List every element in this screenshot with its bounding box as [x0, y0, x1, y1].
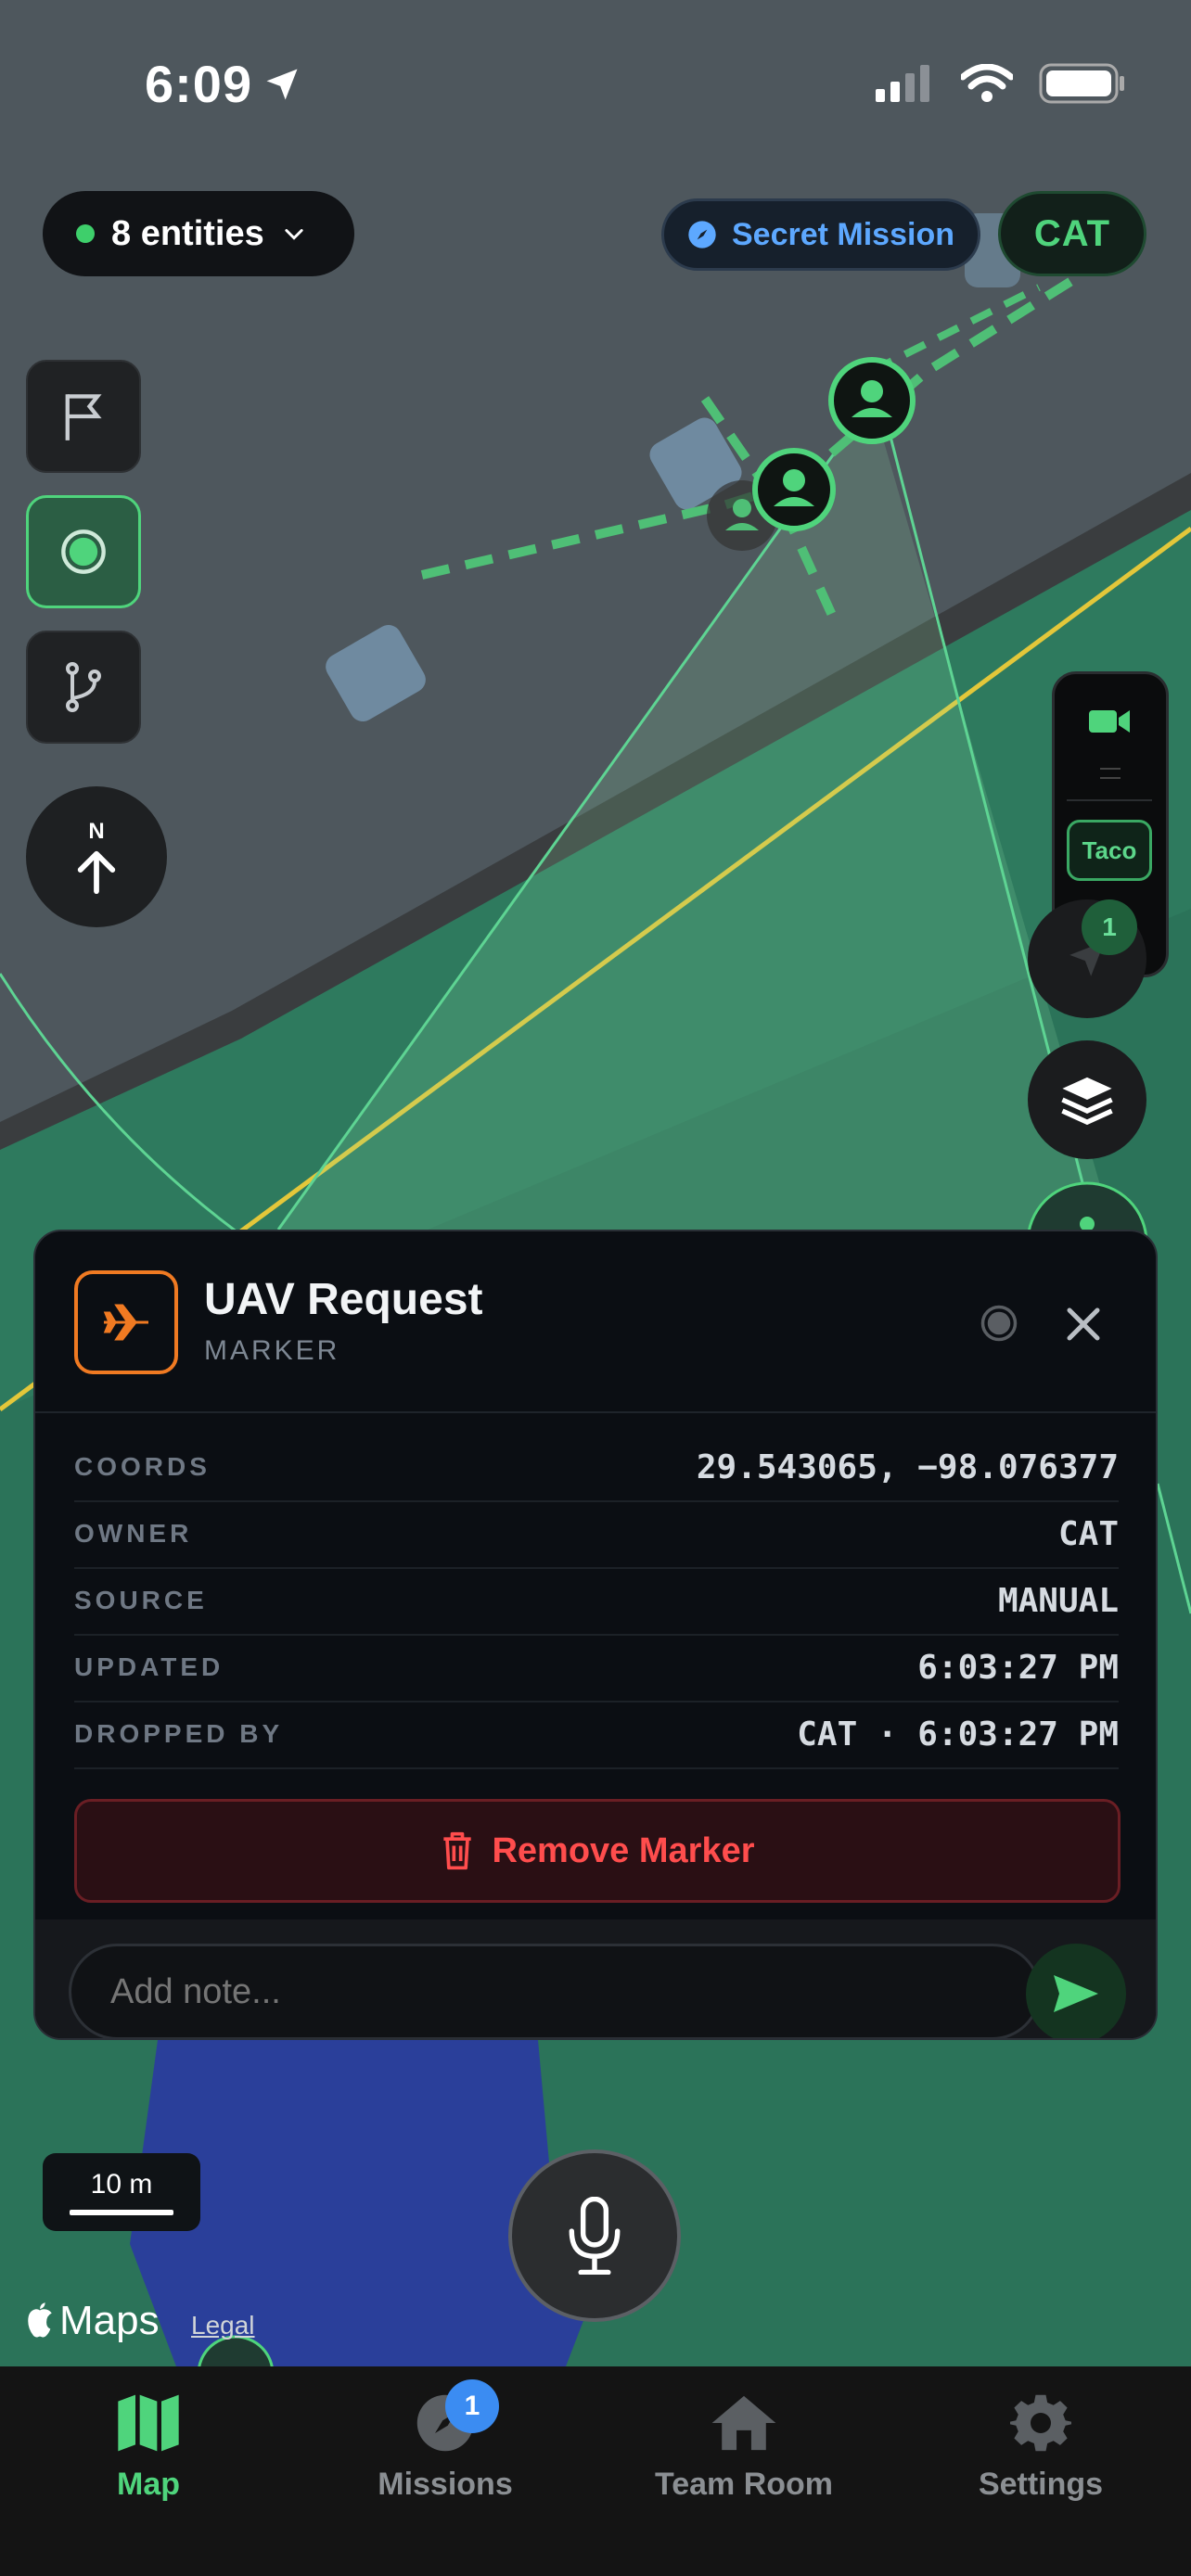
status-icons [876, 63, 1126, 104]
compass-north-label: N [88, 819, 105, 844]
branch-icon [66, 662, 101, 712]
marker-subtitle: MARKER [204, 1335, 340, 1366]
location-arrow-icon [266, 69, 298, 99]
unread-badge: 1 [1082, 899, 1137, 955]
drag-handle[interactable] [1100, 768, 1121, 779]
info-key: DROPPED BY [74, 1719, 284, 1748]
record-icon[interactable] [980, 1304, 1018, 1343]
info-value: 6:03:27 PM [917, 1648, 1119, 1687]
send-note-button[interactable] [1026, 1944, 1126, 2038]
mission-selector[interactable]: Secret Mission [661, 198, 980, 271]
user-callsign: CAT [1033, 212, 1111, 254]
info-key: COORDS [74, 1452, 211, 1481]
taco-label: Taco [1082, 835, 1137, 864]
info-row: DROPPED BY CAT · 6:03:27 PM [74, 1701, 1119, 1769]
microphone-icon [569, 2197, 621, 2275]
marker-detail-card: UAV Request MARKER COORDS 29.543065, −98… [33, 1230, 1158, 2040]
apple-logo-icon [28, 2302, 52, 2338]
route-tool-button[interactable] [26, 631, 141, 744]
gear-icon [1010, 2394, 1071, 2452]
remove-marker-button[interactable]: Remove Marker [74, 1799, 1121, 1903]
tab-map[interactable]: Map [28, 2392, 269, 2503]
map-icon [118, 2394, 179, 2452]
scale-label: 10 m [90, 2169, 153, 2200]
info-value: MANUAL [997, 1581, 1119, 1620]
signal-icon [876, 65, 929, 102]
tab-team-room[interactable]: Team Room [623, 2392, 864, 2503]
chevron-down-icon [285, 229, 303, 240]
tab-missions-label: Missions [378, 2467, 513, 2502]
panel-divider [1067, 799, 1152, 801]
map-scale: 10 m [43, 2153, 200, 2231]
tab-team-room-label: Team Room [654, 2467, 834, 2502]
house-icon [711, 2395, 776, 2451]
info-row: COORDS 29.543065, −98.076377 [74, 1434, 1119, 1502]
card-divider [35, 1411, 1156, 1413]
airplane-icon [103, 1304, 148, 1341]
layers-button[interactable] [1028, 1040, 1146, 1159]
info-value: CAT [1057, 1514, 1119, 1553]
scale-bar [70, 2210, 173, 2215]
voice-button[interactable] [508, 2149, 681, 2322]
video-camera-icon[interactable] [1087, 707, 1132, 736]
taco-button[interactable]: Taco [1067, 820, 1152, 881]
layers-icon [1061, 1077, 1113, 1125]
info-row: OWNER CAT [74, 1500, 1119, 1569]
info-key: UPDATED [74, 1652, 224, 1681]
entities-label: 8 entities [111, 213, 264, 253]
online-dot [76, 224, 95, 243]
send-icon [1054, 1975, 1098, 2012]
missions-badge: 1 [445, 2379, 499, 2433]
record-dot-icon [61, 529, 106, 574]
flag-tool-button[interactable] [26, 360, 141, 473]
info-key: OWNER [74, 1519, 193, 1548]
badge-count: 1 [1102, 912, 1117, 941]
flag-icon [65, 394, 102, 440]
wifi-icon [961, 64, 1013, 102]
tab-map-label: Map [117, 2467, 180, 2502]
marker-title: UAV Request [204, 1275, 483, 1324]
marker-tool-button[interactable] [26, 495, 141, 608]
compass-button[interactable]: N [26, 786, 167, 927]
status-time: 6:09 [145, 54, 302, 114]
user-callsign-button[interactable]: CAT [998, 191, 1146, 276]
info-value: 29.543065, −98.076377 [696, 1447, 1119, 1486]
info-value: CAT · 6:03:27 PM [797, 1715, 1119, 1753]
missions-badge-count: 1 [464, 2391, 480, 2421]
remove-marker-label: Remove Marker [492, 1830, 755, 1870]
entities-dropdown[interactable]: 8 entities [43, 191, 354, 276]
info-row: UPDATED 6:03:27 PM [74, 1634, 1119, 1702]
compass-icon [688, 221, 716, 249]
north-arrow-icon [77, 850, 116, 895]
maps-label: Maps [59, 2298, 160, 2343]
time-text: 6:09 [145, 55, 253, 113]
battery-icon [1039, 63, 1124, 104]
info-row: SOURCE MANUAL [74, 1567, 1119, 1636]
tab-settings[interactable]: Settings [920, 2392, 1161, 2503]
mission-label: Secret Mission [732, 216, 954, 252]
info-key: SOURCE [74, 1586, 208, 1614]
note-input[interactable] [69, 1944, 1041, 2038]
maps-attribution: Maps [24, 2298, 160, 2344]
marker-type-badge [74, 1270, 178, 1374]
tab-settings-label: Settings [978, 2467, 1104, 2502]
legal-link[interactable]: Legal [191, 2311, 255, 2340]
trash-icon [443, 1831, 472, 1870]
close-icon[interactable] [1065, 1306, 1102, 1343]
